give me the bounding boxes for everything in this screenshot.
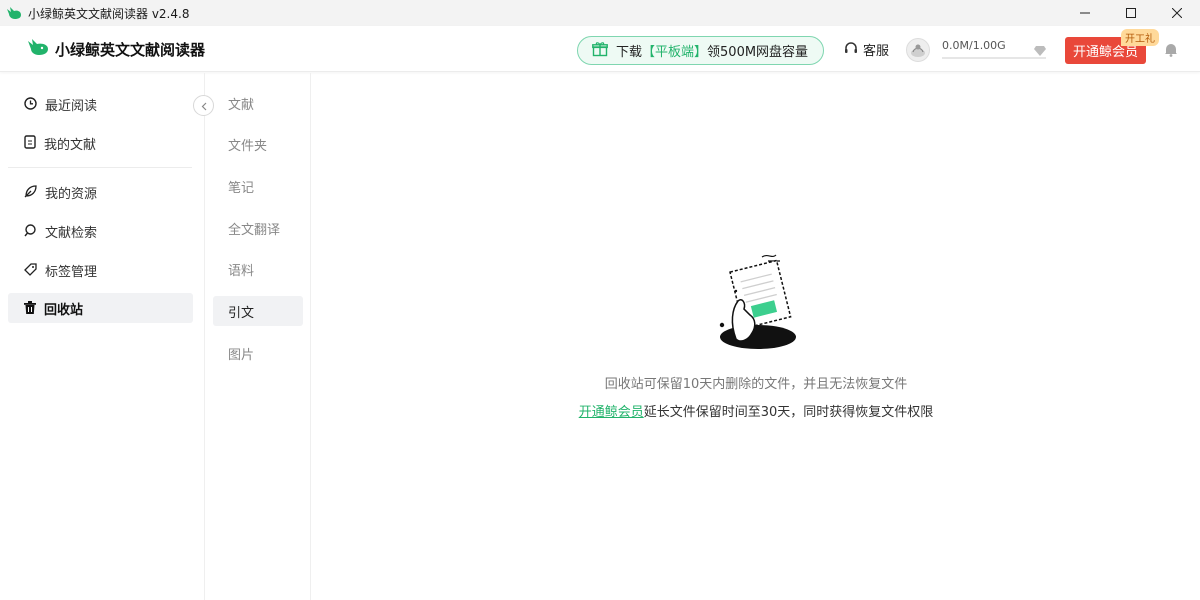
sidebar-item-my-documents[interactable]: 我的文献 (8, 128, 193, 158)
storage-progress-bar (942, 57, 1046, 59)
tab-corpus[interactable]: 语料 (213, 254, 303, 284)
open-vip-link[interactable]: 开通鲸会员 (579, 405, 644, 420)
sidebar-item-label: 文献检索 (45, 225, 98, 241)
storage-usage: 0.0M/1.00G (942, 39, 1046, 59)
trash-icon (24, 299, 36, 318)
diamond-icon (1034, 41, 1046, 60)
app-logo[interactable]: 小绿鲸英文文献阅读器 (27, 38, 205, 60)
sidebar-item-label: 我的资源 (45, 186, 98, 202)
tab-citations[interactable]: 引文 (213, 296, 303, 326)
vip-promo-badge: 开工礼 (1121, 29, 1159, 46)
empty-trash-illustration (716, 253, 800, 357)
storage-text: 0.0M/1.00G (942, 39, 1006, 52)
upsell-text: 延长文件保留时间至30天，同时获得恢复文件权限 (643, 405, 934, 420)
gift-icon (592, 41, 608, 61)
main-sidebar: 最近阅读 我的文献 我的资源 文献检索 标签管理 回收站 (0, 73, 205, 600)
empty-state-message: 回收站可保留10天内删除的文件，并且无法恢复文件 (604, 377, 908, 392)
sidebar-item-recycle-bin[interactable]: 回收站 (8, 293, 193, 323)
sidebar-item-tag-management[interactable]: 标签管理 (8, 255, 193, 285)
promo-text: 下载【平板端】领500M网盘容量 (616, 45, 809, 60)
app-whale-icon (6, 5, 22, 21)
logo-text: 小绿鲸英文文献阅读器 (55, 40, 206, 59)
upsell-message: 开通鲸会员延长文件保留时间至30天，同时获得恢复文件权限 (312, 401, 1200, 420)
window-title: 小绿鲸英文文献阅读器 v2.4.8 (28, 6, 190, 21)
sidebar-item-label: 最近阅读 (45, 98, 98, 114)
window-titlebar: 小绿鲸英文文献阅读器 v2.4.8 (0, 0, 1200, 26)
service-label: 客服 (863, 44, 890, 59)
sidebar-item-label: 我的文献 (44, 137, 97, 153)
tablet-download-promo[interactable]: 下载【平板端】领500M网盘容量 (577, 36, 824, 65)
main-content: 回收站可保留10天内删除的文件，并且无法恢复文件 开通鲸会员延长文件保留时间至3… (312, 73, 1200, 600)
search-icon (24, 222, 37, 241)
notification-bell-icon[interactable] (1164, 42, 1178, 61)
minimize-button[interactable] (1062, 0, 1108, 26)
sidebar-item-recent[interactable]: 最近阅读 (8, 89, 193, 119)
tab-documents[interactable]: 文献 (213, 88, 303, 118)
recycle-bin-category-nav: 文献 文件夹 笔记 全文翻译 语料 引文 图片 (205, 73, 311, 600)
collapse-sidebar-button[interactable] (193, 95, 214, 116)
sidebar-divider (8, 167, 192, 168)
close-window-button[interactable] (1154, 0, 1200, 26)
feather-icon (24, 183, 37, 202)
user-avatar[interactable] (906, 38, 930, 62)
app-header: 小绿鲸英文文献阅读器 下载【平板端】领500M网盘容量 客服 0.0M/1.00… (0, 26, 1200, 72)
customer-service-button[interactable]: 客服 (844, 40, 889, 59)
tag-icon (24, 261, 37, 280)
sidebar-item-label: 回收站 (44, 302, 84, 318)
tab-notes[interactable]: 笔记 (213, 171, 303, 201)
tab-images[interactable]: 图片 (213, 338, 303, 368)
document-icon (24, 134, 36, 153)
maximize-button[interactable] (1108, 0, 1154, 26)
sidebar-item-literature-search[interactable]: 文献检索 (8, 216, 193, 246)
tab-folders[interactable]: 文件夹 (213, 129, 303, 159)
whale-logo-icon (27, 38, 49, 60)
headset-icon (844, 40, 858, 59)
chevron-left-icon (201, 96, 207, 115)
sidebar-item-my-resources[interactable]: 我的资源 (8, 177, 193, 207)
clock-icon (24, 95, 37, 114)
sidebar-item-label: 标签管理 (45, 264, 98, 280)
tab-full-translation[interactable]: 全文翻译 (213, 213, 303, 243)
